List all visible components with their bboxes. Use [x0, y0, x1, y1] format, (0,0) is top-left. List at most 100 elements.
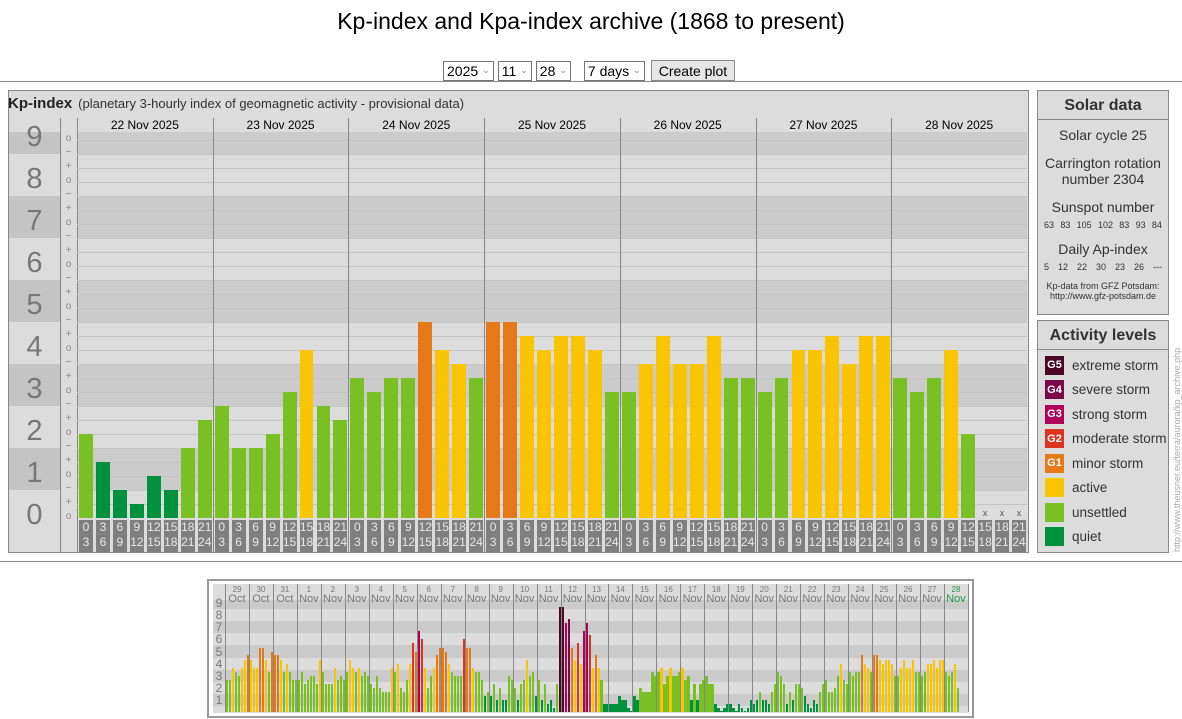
y-tick-mark: o [65, 385, 72, 396]
month-select[interactable]: 11 ⌄ [497, 60, 532, 81]
mini-kp-bar [708, 683, 711, 712]
mini-kp-bar [396, 663, 399, 712]
chevron-down-icon: ⌄ [482, 65, 490, 75]
mini-day-header: 10 Nov [513, 585, 537, 605]
range-value: 7 days [587, 62, 630, 79]
interval-start: 18 [859, 520, 873, 534]
kp-bar [79, 434, 93, 518]
y-tick-mark: o [65, 469, 72, 480]
day-select[interactable]: 28 ⌄ [535, 60, 571, 81]
mini-day-month: Nov [347, 593, 367, 605]
kp-bar [774, 378, 789, 518]
year-value: 2025 [447, 62, 479, 79]
create-plot-button[interactable]: Create plot [650, 60, 736, 81]
interval-label: 03 [350, 520, 365, 552]
interval-label: 15 18 [706, 520, 721, 552]
y-tick-mark: o [65, 217, 72, 228]
range-select[interactable]: 7 days ⌄ [583, 60, 645, 81]
day-header: 27 Nov 2025 [789, 118, 858, 132]
mini-kp-bar [537, 679, 540, 712]
mini-kp-bar [471, 667, 474, 712]
interval-label: 69 [791, 520, 806, 552]
mini-kp-bar [765, 699, 768, 712]
y-tick-mark: o [65, 175, 72, 186]
kp-bar [910, 392, 925, 518]
kp-bar [961, 434, 976, 518]
mini-kp-bar [495, 699, 498, 712]
kp-bar [723, 378, 738, 518]
interval-label: 03 [893, 520, 908, 552]
gridline [77, 308, 1027, 309]
mini-kp-bar [594, 655, 597, 712]
kp-bar [333, 420, 348, 518]
y-tick-mark: − [65, 189, 72, 200]
mini-day-month: Nov [323, 593, 343, 605]
kp-bar [554, 336, 568, 518]
mini-kp-bar [795, 683, 798, 712]
level-swatch: G1 [1045, 453, 1064, 473]
credit-line: Kp-data from GFZ Potsdam: [1046, 281, 1160, 291]
mini-kp-bar [699, 683, 702, 712]
mini-kp-bar [429, 675, 432, 712]
interval-end: 24 [1012, 535, 1026, 549]
interval-start: 3 [506, 520, 514, 534]
kp-bar [587, 350, 602, 518]
kp-bar [825, 336, 840, 518]
interval-end: 21 [995, 535, 1009, 549]
gridline [77, 238, 1027, 239]
interval-end: 3 [354, 535, 361, 549]
mini-kp-bar [714, 703, 717, 712]
kp-bar [893, 378, 908, 518]
legend-item-unsettled: unsettled [1038, 500, 1168, 525]
kp-bar [316, 405, 331, 518]
mini-kp-bar [864, 663, 867, 712]
interval-start: 18 [588, 520, 602, 534]
mini-kp-bar [723, 708, 726, 712]
day-header: 23 Nov 2025 [246, 118, 315, 132]
interval-label: 9 12 [537, 520, 551, 552]
mini-day-header: 28 Nov [944, 585, 968, 605]
activity-levels-title: Activity levels [1038, 321, 1168, 350]
mini-kp-bar [375, 675, 378, 712]
gridline [77, 294, 1027, 295]
kp-bar [197, 420, 212, 518]
interval-end: 24 [605, 535, 619, 549]
interval-start: 15 [706, 520, 721, 534]
mini-kp-bar [567, 619, 570, 712]
y-axis-label: 4 [26, 331, 43, 363]
y-axis-label: 0 [26, 499, 43, 531]
interval-label: 03 [214, 520, 229, 552]
mini-kp-bar [501, 699, 504, 712]
mini-kp-bar [465, 647, 468, 712]
kp-bar [469, 378, 484, 518]
mini-kp-bar [363, 671, 366, 712]
year-select[interactable]: 2025 ⌄ [443, 60, 494, 81]
mini-kp-bar [492, 683, 495, 712]
credit-link[interactable]: http://www.gfz-potsdam.de [1038, 291, 1168, 301]
interval-end: 3 [761, 535, 768, 549]
mini-kp-bar [312, 675, 316, 712]
mini-day-month: Nov [634, 593, 655, 605]
mini-kp-bar [483, 695, 486, 712]
mini-kp-bar [381, 691, 384, 712]
interval-start: 6 [523, 520, 531, 534]
mini-kp-bar [837, 675, 840, 712]
mini-kp-bar [717, 708, 720, 712]
mini-day-header: 3 Nov [345, 585, 369, 605]
mini-kp-bar [321, 671, 325, 712]
interval-start: 21 [876, 520, 890, 534]
mini-day-month: Nov [706, 593, 727, 605]
interval-label: 21 24 [604, 520, 619, 552]
kp-bar [638, 363, 653, 518]
plot-band [77, 238, 1027, 280]
solar-data-title: Solar data [1038, 91, 1168, 120]
interval-label: 9 12 [129, 520, 144, 552]
kp-panel-name: Kp-index [8, 95, 73, 112]
day-header: 28 Nov 2025 [925, 118, 994, 132]
interval-start: 9 [676, 520, 684, 534]
mini-kp-bar [747, 708, 750, 712]
mini-kp-bar [957, 687, 960, 712]
interval-end: 21 [181, 535, 195, 549]
mini-kp-bar [282, 671, 286, 712]
mini-kp-bar [891, 663, 894, 712]
